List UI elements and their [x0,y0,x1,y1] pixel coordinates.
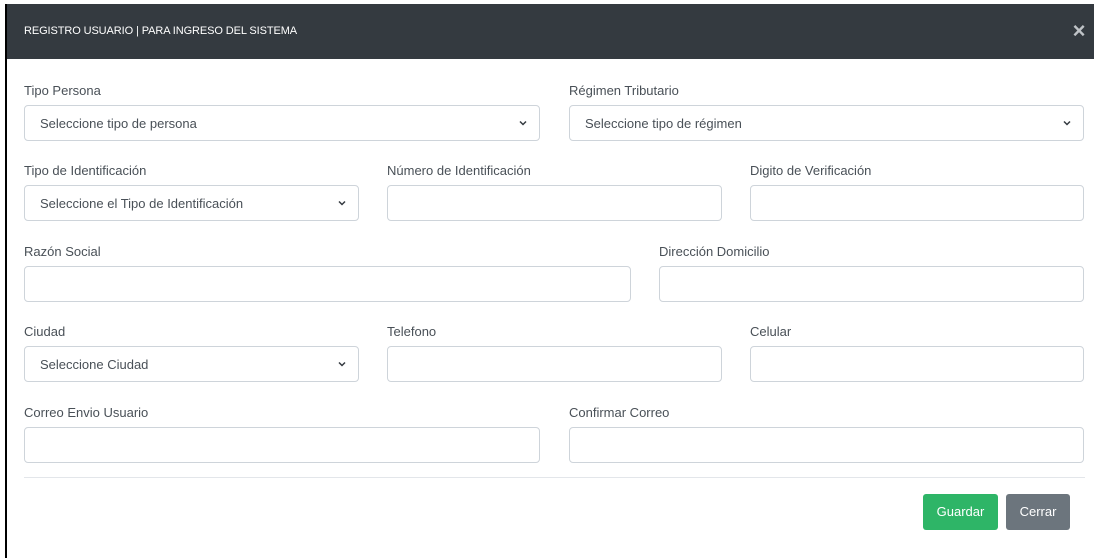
celular-input[interactable] [750,346,1084,382]
celular-label: Celular [750,324,792,339]
regimen-tributario-label: Régimen Tributario [569,83,679,98]
ciudad-select[interactable]: Seleccione Ciudad [24,346,359,382]
tipo-persona-select[interactable]: Seleccione tipo de persona [24,105,540,141]
regimen-tributario-select[interactable]: Seleccione tipo de régimen [569,105,1084,141]
numero-identificacion-label: Número de Identificación [387,163,531,178]
razon-social-input[interactable] [24,266,631,302]
tipo-identificacion-select[interactable]: Seleccione el Tipo de Identificación [24,185,359,221]
ciudad-label: Ciudad [24,324,66,339]
correo-envio-input[interactable] [24,427,540,463]
modal-title: REGISTRO USUARIO | PARA INGRESO DEL SIST… [24,25,297,37]
regimen-tributario-selected: Seleccione tipo de régimen [585,116,742,131]
close-icon[interactable]: × [1068,20,1090,42]
telefono-label: Telefono [387,324,437,339]
chevron-down-icon [338,361,346,367]
chevron-down-icon [1063,120,1071,126]
chevron-down-icon [519,120,527,126]
razon-social-label: Razón Social [24,244,101,259]
modal-header: REGISTRO USUARIO | PARA INGRESO DEL SIST… [7,4,1094,59]
close-button[interactable]: Cerrar [1006,494,1070,530]
save-button[interactable]: Guardar [923,494,998,530]
direccion-domicilio-input[interactable] [659,266,1084,302]
confirmar-correo-label: Confirmar Correo [569,405,670,420]
footer-divider [24,477,1085,478]
chevron-down-icon [338,200,346,206]
telefono-input[interactable] [387,346,722,382]
confirmar-correo-input[interactable] [569,427,1084,463]
tipo-persona-label: Tipo Persona [24,83,101,98]
tipo-identificacion-selected: Seleccione el Tipo de Identificación [40,196,244,211]
correo-envio-label: Correo Envio Usuario [24,405,149,420]
tipo-identificacion-label: Tipo de Identificación [24,163,147,178]
direccion-domicilio-label: Dirección Domicilio [659,244,770,259]
numero-identificacion-input[interactable] [387,185,722,221]
ciudad-selected: Seleccione Ciudad [40,357,149,372]
digito-verificacion-label: Digito de Verificación [750,163,872,178]
registro-usuario-modal: REGISTRO USUARIO | PARA INGRESO DEL SIST… [5,4,1094,558]
digito-verificacion-input[interactable] [750,185,1084,221]
tipo-persona-selected: Seleccione tipo de persona [40,116,197,131]
